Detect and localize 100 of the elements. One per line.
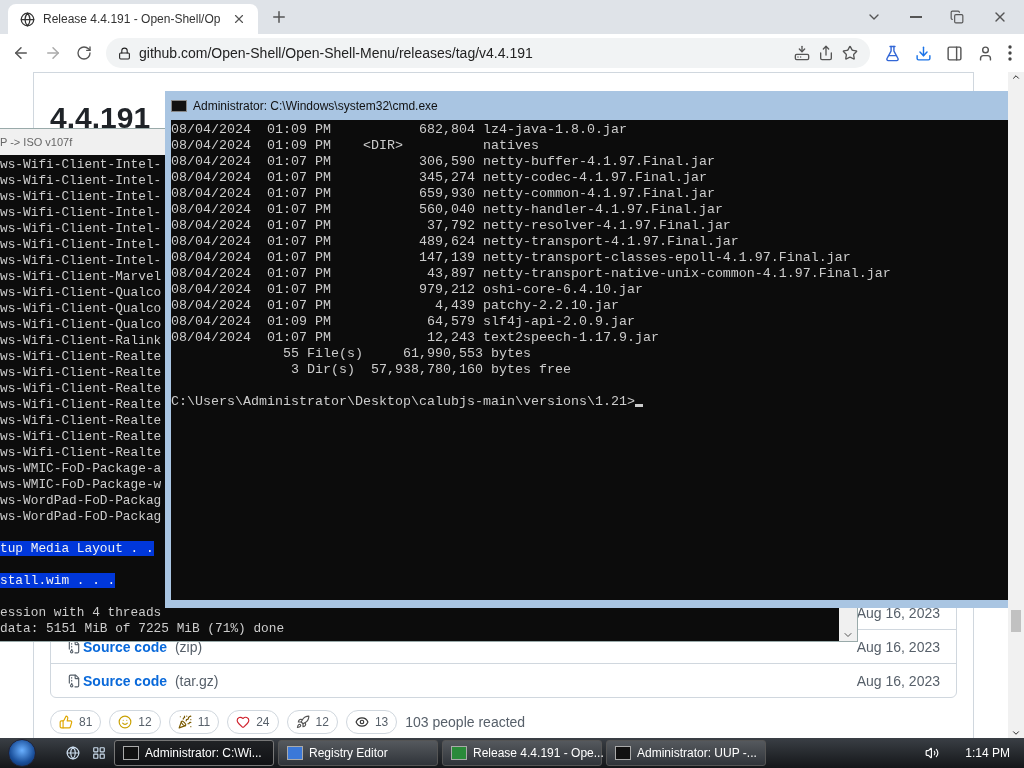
user-icon [977,44,994,62]
console-line: ws-Wifi-Client-Intel- [0,173,162,188]
reaction-button[interactable]: 11 [168,710,220,734]
console-line: 08/04/2024 01:07 PM 306,590 netty-buffer-4.1.97.Final.jar [171,154,716,170]
asset-date: Aug 16, 2023 [856,638,940,655]
console-line: 08/04/2024 01:07 PM 489,624 netty-transport-4.1.97.Final.jar [171,234,740,250]
forward-arrow-icon [44,44,62,62]
console-line: 08/04/2024 01:07 PM 560,040 netty-handler-4.1.97.Final.jar [171,202,724,218]
close-icon [232,12,246,26]
console-line: ws-WordPad-FoD-Packag [0,509,162,524]
reaction-button[interactable]: 12 [286,710,338,734]
share-icon [818,45,834,61]
install-icon [794,45,810,61]
scroll-down-icon [1011,728,1021,738]
console-line: 08/04/2024 01:07 PM 659,930 netty-common-4.1.97.Final.jar [171,186,716,202]
profile-button[interactable] [977,44,994,62]
thumbs-up-icon [59,715,73,729]
file-zip-icon [67,639,81,654]
console-line: 08/04/2024 01:07 PM 979,212 oshi-core-6.4.10.jar [171,282,644,298]
globe-icon [20,11,35,27]
reload-button[interactable] [76,45,92,61]
console-line: 08/04/2024 01:09 PM 64,579 slf4j-api-2.0.9.jar [171,314,636,330]
smile-icon [118,715,133,729]
back-button[interactable] [12,44,30,62]
console-line: ws-Wifi-Client-Marvel [0,269,162,284]
console-line: 08/04/2024 01:07 PM 4,439 patchy-2.2.10.jar [171,298,620,314]
restore-icon [950,10,964,24]
console-line: ws-WMIC-FoD-Package-a [0,461,162,476]
start-button[interactable] [8,739,36,767]
console-line: 08/04/2024 01:07 PM 345,274 netty-codec-4.1.97.Final.jar [171,170,708,186]
reaction-button[interactable]: 81 [50,710,102,734]
menu-button[interactable] [1008,45,1012,61]
taskbar-button[interactable]: Administrator: C:\Wi... [114,740,274,766]
asset-date: Aug 16, 2023 [856,604,940,621]
globe-icon [66,746,80,760]
console-line: ws-Wifi-Client-Realte [0,365,162,380]
taskbar-button[interactable]: Administrator: UUP -... [606,740,766,766]
console-line: 08/04/2024 01:07 PM 147,139 netty-transport-classes-epoll-4.1.97.Final.jar [171,250,852,266]
flask-icon [884,44,901,62]
close-tab-button[interactable] [232,12,246,26]
asset-date: Aug 16, 2023 [856,672,940,689]
asset-link[interactable]: Source code (zip) [67,638,203,655]
bookmark-button[interactable] [842,45,858,61]
console-line: ws-Wifi-Client-Realte [0,413,162,428]
console-line: ws-Wifi-Client-Qualco [0,317,162,332]
reaction-button[interactable]: 24 [227,710,279,734]
console-line: ws-WordPad-FoD-Packag [0,493,162,508]
party-popper-icon [177,715,192,729]
console-line: ws-Wifi-Client-Ralink [0,333,162,348]
reaction-button[interactable]: 13 [345,710,398,734]
console-line: ws-Wifi-Client-Intel- [0,205,162,220]
asset-link[interactable]: Source code (tar.gz) [67,672,219,689]
restore-button[interactable] [950,9,964,25]
console-line: ws-Wifi-Client-Realte [0,381,162,396]
console-line: ws-Wifi-Client-Intel- [0,253,162,268]
console-line: 08/04/2024 01:07 PM 37,792 netty-resolver-4.1.97.Final.jar [171,218,732,234]
window-title: P -> ISO v107f [0,136,73,148]
console-icon [171,99,187,112]
console-line: ws-WMIC-FoD-Package-w [0,477,162,492]
console-line: ws-Wifi-Client-Realte [0,349,162,364]
window-title: Administrator: C:\Windows\system32\cmd.exe [193,98,438,113]
grid-icon [92,746,106,760]
minimize-icon [910,16,922,18]
console-line: ws-Wifi-Client-Realte [0,445,162,460]
downloads-button[interactable] [915,44,932,62]
side-panel-button[interactable] [946,44,963,62]
taskbar-button[interactable]: Registry Editor [278,740,438,766]
install-button[interactable] [794,45,810,61]
release-title: 4.4.191 [50,101,151,135]
browser-tab[interactable]: Release 4.4.191 - Open-Shell/Op [8,4,258,34]
labs-button[interactable] [884,44,901,62]
taskbar-button[interactable]: Release 4.4.191 - Ope... [442,740,602,766]
share-button[interactable] [818,45,834,61]
clock: 1:14 PM [965,746,1010,760]
volume-icon[interactable] [925,746,940,760]
scroll-up-icon [1011,72,1021,82]
reaction-button[interactable]: 12 [109,710,161,734]
address-bar[interactable]: github.com/Open-Shell/Open-Shell-Menu/releases/tag/v4.4.191 [106,38,870,68]
plus-icon [270,8,288,26]
console-line: ws-Wifi-Client-Qualco [0,301,162,316]
eyes-icon [354,715,369,729]
console-line: 08/04/2024 01:07 PM 12,243 text2speech-1.17.9.jar [171,330,660,346]
tab-title: Release 4.4.191 - Open-Shell/Op [43,12,222,26]
console-line: 3 Dir(s) 57,938,780,160 bytes free [289,362,572,378]
menu-icon [1008,45,1012,61]
scrollbar[interactable] [1008,72,1024,738]
console-line: 08/04/2024 01:09 PM 682,804 lz4-java-1.8.0.jar [171,122,628,138]
new-tab-button[interactable] [270,8,288,26]
console-line: ws-Wifi-Client-Qualco [0,285,162,300]
scroll-thumb[interactable] [1011,610,1021,632]
console-line: 08/04/2024 01:07 PM 43,897 netty-transport-native-unix-common-4.1.97.Final.jar [171,266,892,282]
console-line: 08/04/2024 01:09 PM <DIR> natives [171,138,540,154]
console-line: 55 File(s) 61,990,553 bytes [281,346,532,362]
console-line: ws-Wifi-Client-Intel- [0,237,162,252]
rocket-icon [295,715,310,729]
reload-icon [76,45,92,61]
console-line: ession with 4 threads [0,605,162,620]
url-text: github.com/Open-Shell/Open-Shell-Menu/releases/tag/v4.4.191 [139,45,534,61]
console-line: ws-Wifi-Client-Realte [0,397,162,412]
lock-icon [118,46,131,60]
